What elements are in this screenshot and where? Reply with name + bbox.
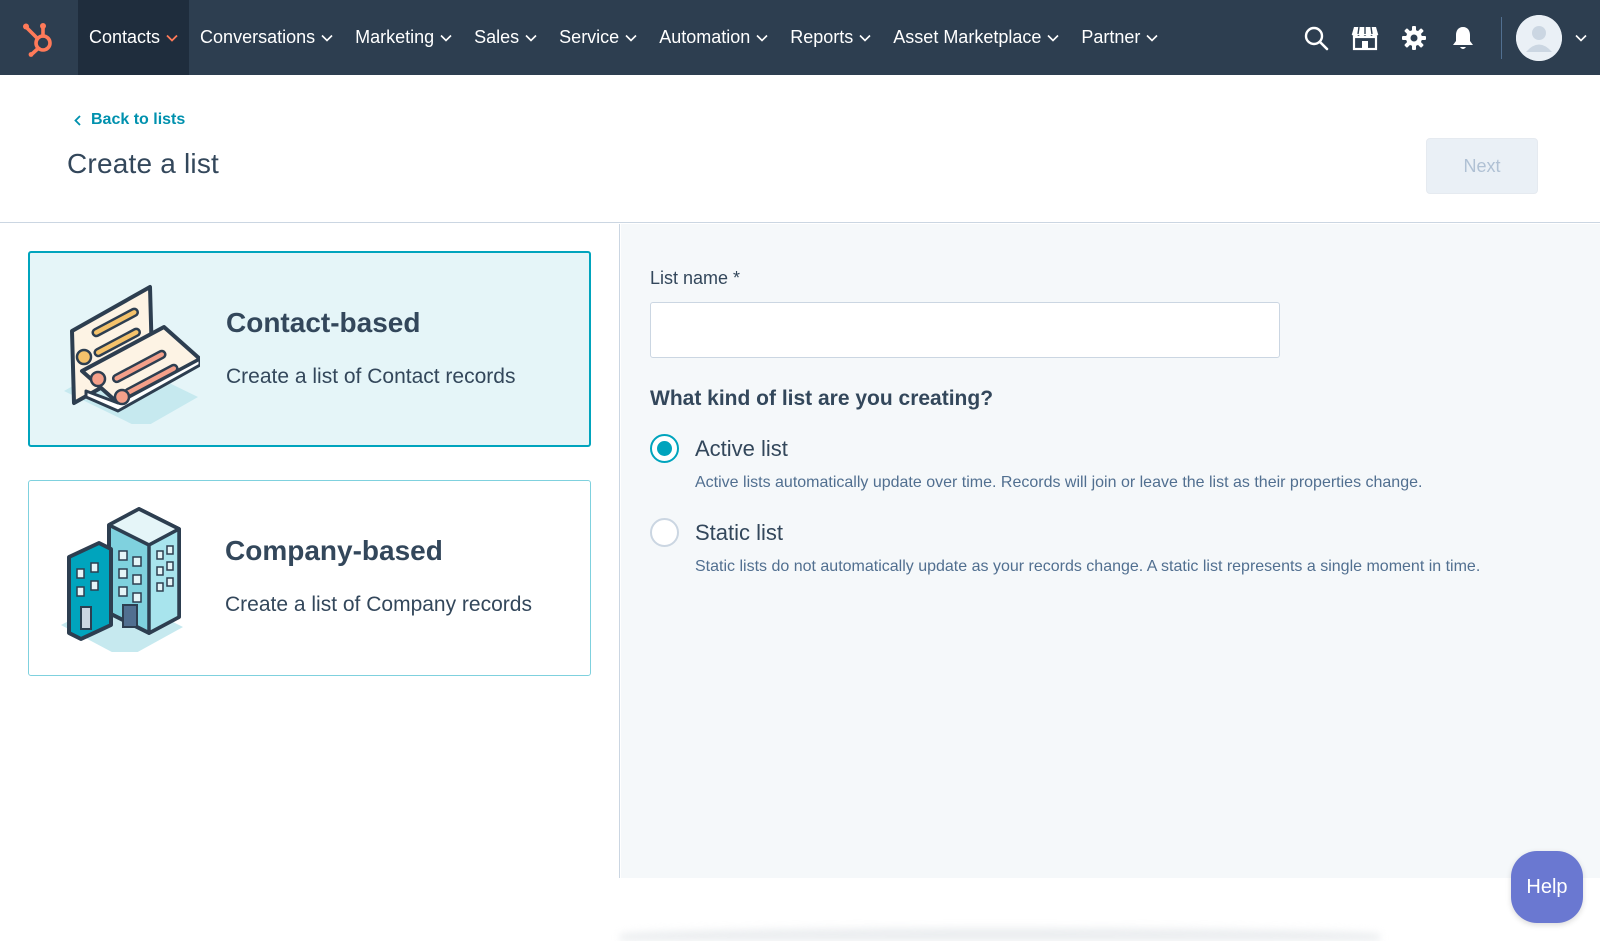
list-name-input[interactable]: [650, 302, 1280, 358]
static-list-radio[interactable]: [650, 518, 679, 547]
nav-item-label: Automation: [659, 27, 751, 47]
list-kind-question: What kind of list are you creating?: [650, 387, 994, 410]
chevron-down-icon: [321, 34, 333, 42]
nav-item-label: Contacts: [89, 27, 161, 47]
footer-shadow: [620, 928, 1380, 941]
chevron-down-icon: [625, 34, 637, 42]
account-menu-chevron-down-icon[interactable]: [1562, 34, 1600, 42]
help-button[interactable]: Help: [1511, 851, 1583, 923]
nav-item-service[interactable]: Service: [548, 0, 648, 75]
card-description: Create a list of Company records: [225, 593, 532, 616]
static-list-option[interactable]: Static list: [650, 518, 783, 547]
card-title: Company-based: [225, 535, 443, 566]
list-type-panel: Contact-based Create a list of Contact r…: [0, 224, 620, 878]
nav-item-label: Asset Marketplace: [893, 27, 1042, 47]
chevron-down-icon: [525, 34, 537, 42]
chevron-down-icon: [440, 34, 452, 42]
list-details-panel: List name * What kind of list are you cr…: [621, 224, 1600, 878]
page-header: Back to lists Create a list Next: [0, 75, 1600, 223]
nav-item-label: Marketing: [355, 27, 435, 47]
active-list-description: Active lists automatically update over t…: [695, 474, 1423, 491]
top-navigation: Contacts Conversations Marketing Sales S…: [0, 0, 1600, 75]
chevron-down-icon: [756, 34, 768, 42]
back-link-label: Back to lists: [91, 111, 186, 128]
company-based-card[interactable]: Company-based Create a list of Company r…: [28, 480, 591, 676]
user-icon: [1516, 14, 1562, 61]
company-building-illustration-icon: [61, 507, 183, 652]
chevron-down-icon: [1146, 34, 1158, 42]
nav-item-label: Conversations: [200, 27, 316, 47]
nav-item-asset-marketplace[interactable]: Asset Marketplace: [882, 0, 1070, 75]
page-title: Create a list: [67, 148, 219, 179]
nav-utilities: [1291, 0, 1600, 75]
nav-item-marketing[interactable]: Marketing: [344, 0, 463, 75]
card-title: Contact-based: [226, 307, 421, 338]
back-to-lists-link[interactable]: Back to lists: [74, 111, 185, 129]
search-icon[interactable]: [1291, 0, 1340, 75]
contact-cards-illustration-icon: [64, 285, 200, 424]
nav-item-label: Service: [559, 27, 620, 47]
chevron-down-icon: [859, 34, 871, 42]
static-list-label: Static list: [695, 519, 784, 545]
active-list-label: Active list: [695, 435, 788, 461]
nav-item-conversations[interactable]: Conversations: [189, 0, 344, 75]
chevron-left-icon: [74, 114, 81, 126]
nav-divider: [1501, 16, 1502, 59]
nav-item-label: Reports: [790, 27, 854, 47]
nav-item-label: Sales: [474, 27, 520, 47]
next-button[interactable]: Next: [1426, 138, 1538, 194]
nav-item-sales[interactable]: Sales: [463, 0, 548, 75]
nav-item-label: Partner: [1081, 27, 1141, 47]
hubspot-logo[interactable]: [0, 0, 78, 75]
static-list-description: Static lists do not automatically update…: [695, 558, 1481, 575]
chevron-down-icon: [166, 34, 178, 42]
nav-item-partner[interactable]: Partner: [1070, 0, 1169, 75]
nav-item-automation[interactable]: Automation: [648, 0, 779, 75]
nav-item-reports[interactable]: Reports: [779, 0, 882, 75]
list-name-label: List name *: [650, 268, 741, 288]
chevron-down-icon: [1047, 34, 1059, 42]
bell-icon[interactable]: [1438, 0, 1487, 75]
nav-item-contacts[interactable]: Contacts: [78, 0, 190, 75]
contact-based-card[interactable]: Contact-based Create a list of Contact r…: [28, 251, 591, 447]
radio-dot: [657, 441, 672, 456]
active-list-option[interactable]: Active list: [650, 434, 788, 463]
marketplace-icon[interactable]: [1340, 0, 1389, 75]
avatar[interactable]: [1516, 14, 1562, 61]
active-list-radio[interactable]: [650, 434, 679, 463]
hubspot-sprocket-icon: [23, 22, 52, 57]
card-description: Create a list of Contact records: [226, 365, 516, 388]
nav-menu: Contacts Conversations Marketing Sales S…: [78, 0, 1169, 75]
gear-icon[interactable]: [1389, 0, 1438, 75]
